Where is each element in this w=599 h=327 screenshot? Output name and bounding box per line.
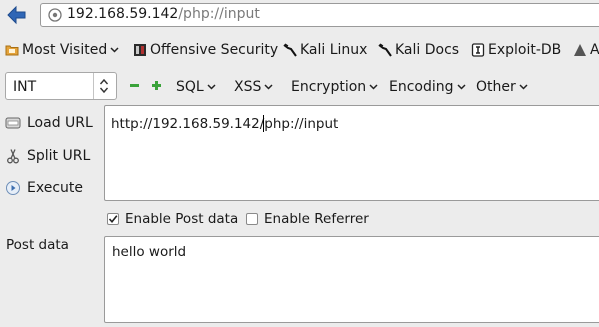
back-button[interactable]: [4, 3, 28, 27]
chevron-down-icon: [110, 47, 119, 53]
chevron-down-icon: [264, 84, 273, 90]
menu-encryption[interactable]: Encryption: [291, 79, 378, 95]
kali-dragon-icon: [283, 43, 297, 57]
bookmarks-toolbar: Most Visited Offensive Security Kali Lin…: [0, 33, 599, 65]
url-textarea-value: http://192.168.59.142/php://input: [111, 116, 339, 132]
menu-label: Encryption: [291, 79, 367, 95]
execute-button[interactable]: Execute: [5, 178, 83, 198]
globe-icon: [48, 8, 62, 22]
menu-label: SQL: [176, 79, 204, 95]
checkbox-box: [107, 213, 119, 225]
bookmark-label: A: [590, 42, 599, 58]
exploit-db-icon: [471, 43, 485, 57]
checkmark-icon: [108, 215, 118, 224]
chevron-down-icon: [369, 84, 378, 90]
menu-xss[interactable]: XSS: [234, 79, 273, 95]
bookmark-offensive-security[interactable]: Offensive Security: [133, 41, 278, 59]
chevron-down-icon: [519, 84, 528, 90]
scissors-icon: [7, 149, 19, 164]
bookmark-aircrack[interactable]: A: [573, 41, 599, 59]
minus-icon[interactable]: [129, 80, 140, 91]
aircrack-icon: [574, 44, 586, 56]
bookmark-kali-linux[interactable]: Kali Linux: [283, 41, 367, 59]
checkbox-label: Enable Referrer: [264, 211, 369, 227]
bookmark-most-visited[interactable]: Most Visited: [5, 41, 119, 59]
menu-label: Other: [476, 79, 516, 95]
address-text: 192.168.59.142/php://input: [67, 6, 260, 22]
bookmark-label: Offensive Security: [150, 42, 279, 58]
address-path: /php://input: [178, 6, 260, 22]
checkbox-box: [246, 213, 258, 225]
load-url-button[interactable]: Load URL: [5, 113, 93, 133]
kali-dragon-icon: [378, 43, 392, 57]
menu-sql[interactable]: SQL: [176, 79, 216, 95]
execute-icon: [6, 181, 20, 195]
chevron-down-icon: [457, 84, 466, 90]
enable-post-checkbox[interactable]: Enable Post data: [107, 211, 239, 227]
folder-icon: [5, 45, 19, 56]
enable-referrer-checkbox[interactable]: Enable Referrer: [246, 211, 369, 227]
text-caret: [263, 115, 264, 132]
back-arrow-icon: [7, 5, 26, 25]
checkbox-label: Enable Post data: [125, 211, 239, 227]
action-label: Load URL: [27, 115, 93, 131]
chevron-down-icon: [207, 84, 216, 90]
bookmark-kali-docs[interactable]: Kali Docs: [378, 41, 459, 59]
bookmark-label: Exploit-DB: [488, 42, 562, 58]
action-label: Split URL: [27, 148, 91, 164]
split-url-button[interactable]: Split URL: [5, 146, 90, 166]
menu-other[interactable]: Other: [476, 79, 528, 95]
menu-label: Encoding: [389, 79, 454, 95]
bookmark-exploit-db[interactable]: Exploit-DB: [471, 41, 561, 59]
address-host: 192.168.59.142: [67, 6, 179, 22]
type-select-value: INT: [13, 79, 37, 95]
offensive-security-icon: [134, 44, 146, 56]
bookmark-label: Most Visited: [22, 42, 108, 58]
bookmark-label: Kali Docs: [395, 42, 460, 58]
menu-label: XSS: [234, 79, 262, 95]
updown-arrows-icon: [99, 78, 109, 94]
action-label: Execute: [27, 180, 83, 196]
type-select-divider: [93, 73, 94, 99]
post-data-value: hello world: [112, 244, 187, 260]
plus-icon[interactable]: [151, 80, 162, 91]
bookmark-label: Kali Linux: [300, 42, 368, 58]
post-data-label: Post data: [6, 237, 69, 253]
menu-encoding[interactable]: Encoding: [389, 79, 466, 95]
load-url-icon: [5, 117, 21, 129]
